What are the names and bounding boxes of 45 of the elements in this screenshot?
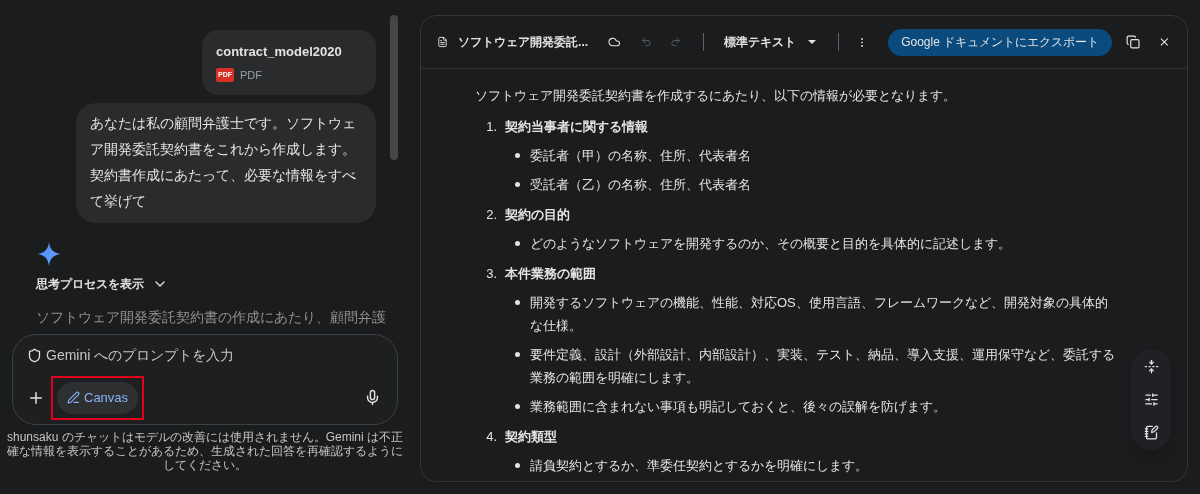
shield-icon bbox=[27, 348, 42, 363]
bullet-icon bbox=[515, 404, 520, 409]
list-number: 4. bbox=[485, 428, 498, 446]
canvas-button[interactable]: Canvas bbox=[57, 382, 139, 414]
bullet-icon bbox=[515, 300, 520, 305]
section-heading: 本件業務の範囲 bbox=[505, 265, 596, 283]
prompt-box[interactable]: Gemini へのプロンプトを入力 Canvas bbox=[12, 334, 398, 425]
list-item-text: 請負契約とするか、準委任契約とするかを明確にします。 bbox=[530, 457, 869, 475]
section-heading: 契約類型 bbox=[505, 428, 557, 446]
thinking-toggle[interactable]: 思考プロセスを表示 bbox=[36, 275, 168, 293]
document-icon bbox=[437, 35, 449, 49]
section-heading: 契約の目的 bbox=[505, 206, 570, 224]
user-message: あなたは私の顧問弁護士です。ソフトウェア開発委託契約書をこれから作成します。契約書作成にあたって、必要な情報をすべて挙げて bbox=[76, 103, 376, 223]
file-name: contract_model2020 bbox=[216, 43, 343, 61]
response-text: ソフトウェア開発委託契約書の作成にあたり、顧問弁護 bbox=[36, 308, 387, 327]
dropdown-caret-icon bbox=[807, 40, 816, 44]
bullet-icon bbox=[515, 352, 520, 357]
prompt-placeholder: Gemini へのプロンプトを入力 bbox=[46, 346, 235, 365]
file-type: PDF bbox=[240, 67, 262, 83]
edit-note-icon[interactable] bbox=[1143, 425, 1159, 440]
export-button[interactable]: Google ドキュメントにエクスポート bbox=[888, 28, 1113, 56]
microphone-icon[interactable] bbox=[364, 389, 381, 407]
intro-text: ソフトウェア開発委託契約書を作成するにあたり、以下の情報が必要となります。 bbox=[475, 87, 957, 105]
list-item-text: 業務範囲に含まれない事項も明記しておくと、後々の誤解を防げます。 bbox=[530, 398, 947, 416]
sliders-icon[interactable] bbox=[1143, 392, 1159, 407]
list-item-text: 受託者（乙）の名称、住所、代表者名 bbox=[530, 176, 752, 194]
document-title: ソフトウェア開発委託... bbox=[458, 34, 589, 51]
bullet-icon bbox=[515, 241, 520, 246]
section-heading: 契約当事者に関する情報 bbox=[505, 118, 648, 136]
sparkle-icon bbox=[36, 241, 62, 267]
bullet-icon bbox=[515, 182, 520, 187]
list-number: 1. bbox=[485, 118, 498, 136]
copy-icon[interactable] bbox=[1126, 33, 1141, 51]
list-number: 3. bbox=[485, 265, 498, 283]
pen-icon bbox=[67, 391, 80, 405]
bullet-icon bbox=[515, 463, 520, 468]
bullet-icon bbox=[515, 153, 520, 158]
disclaimer: shunsaku のチャットはモデルの改善には使用されません。Gemini は不正確な情報を表示することがあるため、生成された回答を再確認するようにしてください。 bbox=[5, 430, 404, 472]
list-item-text: 開発するソフトウェアの機能、性能、対応OS、使用言語、フレームワークなど、開発対象の具体的な仕様。 bbox=[530, 294, 1109, 335]
list-item-text: 要件定義、設計（外部設計、内部設計）、実装、テスト、納品、導入支援、運用保守など、委託する業務の範囲を明確にします。 bbox=[530, 346, 1116, 387]
list-item-text: どのようなソフトウェアを開発するのか、その概要と目的を具体的に記述します。 bbox=[530, 235, 1012, 253]
scrollbar[interactable] bbox=[390, 15, 398, 160]
list-item-text: 委託者（甲）の名称、住所、代表者名 bbox=[530, 147, 752, 165]
list-number: 2. bbox=[485, 206, 498, 224]
text-style-dropdown[interactable]: 標準テキスト bbox=[723, 33, 816, 51]
